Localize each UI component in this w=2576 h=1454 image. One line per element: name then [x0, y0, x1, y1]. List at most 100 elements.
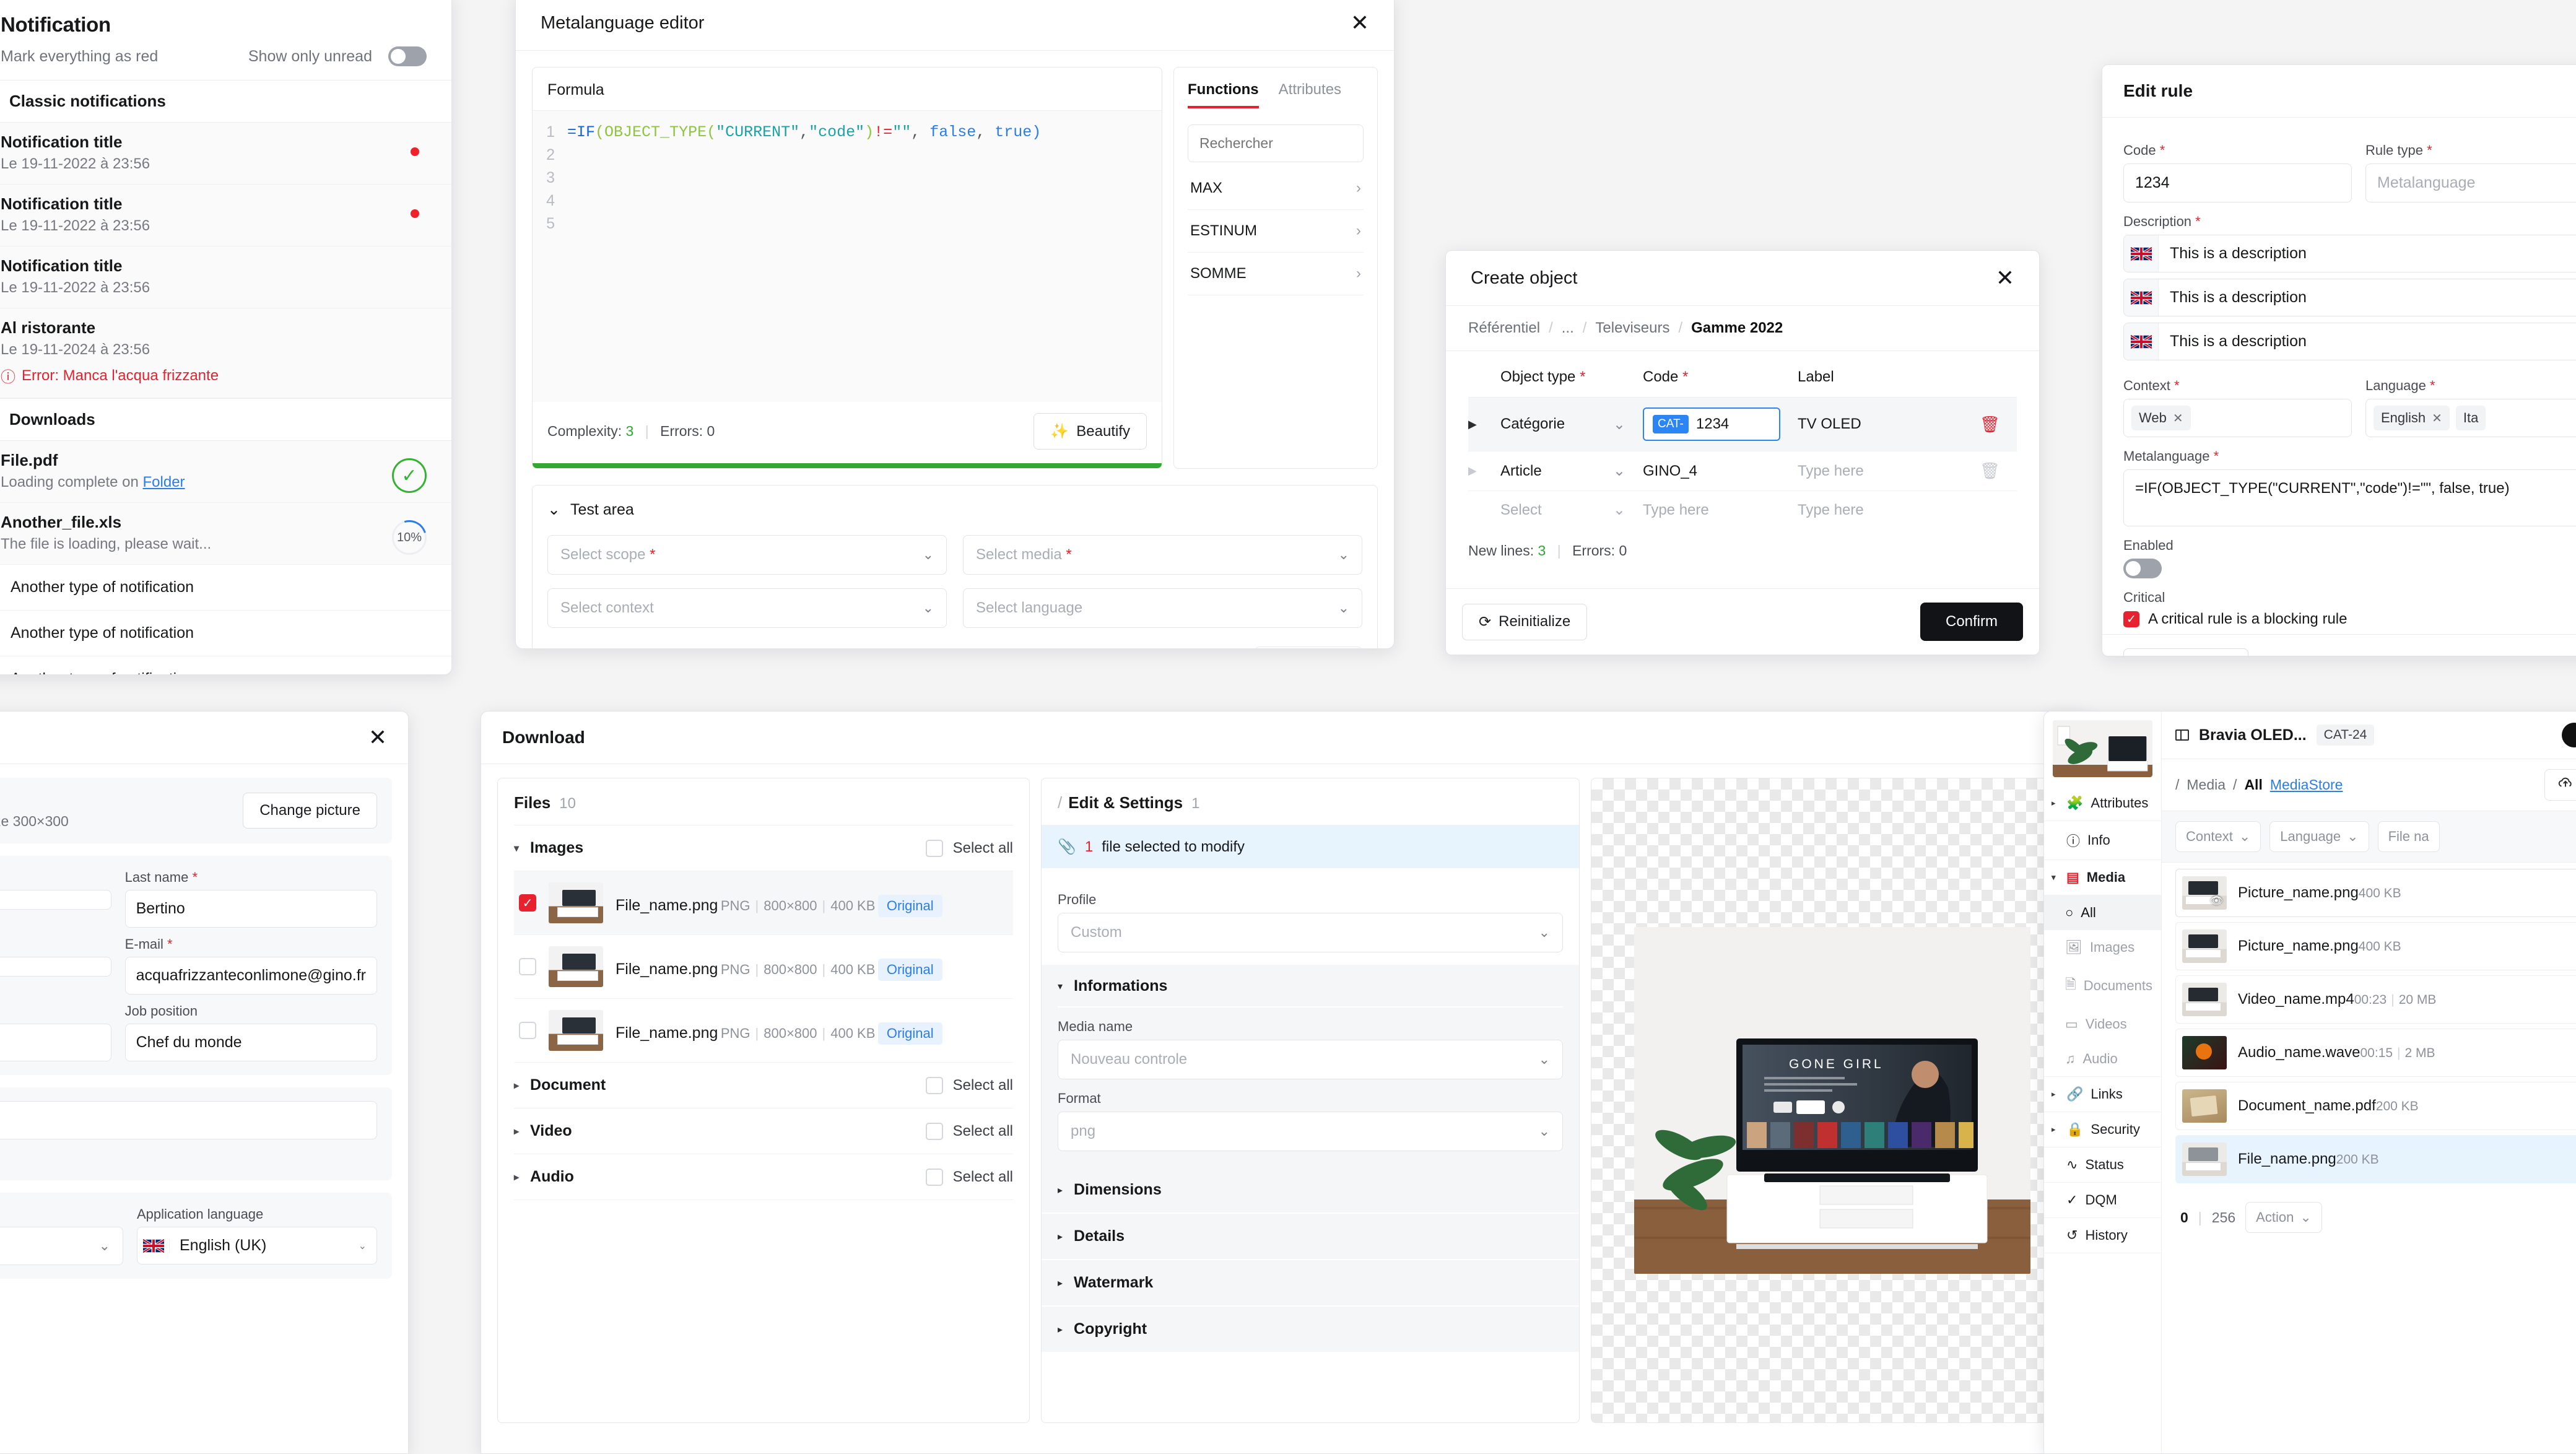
mediastore-link[interactable]: MediaStore	[2270, 777, 2343, 793]
reinitialize-button[interactable]: ⟳ Reinitialize	[2123, 648, 2249, 656]
download-item[interactable]: Another_file.xls The file is loading, pl…	[0, 503, 451, 565]
media-row[interactable]: Audio_name.wave00:15 | 2 MB	[2175, 1029, 2576, 1077]
code-input[interactable]: Type here	[1643, 502, 1798, 519]
checkbox-checked-icon[interactable]: ✓	[2123, 611, 2139, 627]
run-test-button[interactable]: ▶ Run test	[1255, 646, 1362, 648]
change-picture-button[interactable]: Change picture	[243, 793, 377, 829]
login-input[interactable]	[0, 957, 111, 977]
breadcrumb-item[interactable]: ...	[1562, 320, 1574, 337]
language-tag[interactable]: English ✕	[2374, 406, 2450, 430]
select-all-video[interactable]: Select all	[925, 1122, 1013, 1140]
sidebar-item-videos[interactable]: ▭ Videos	[2044, 1007, 2161, 1042]
context-tag[interactable]: Web ✕	[2131, 406, 2191, 430]
search-input[interactable]	[1188, 125, 1363, 162]
description-field[interactable]: This is a description	[2123, 323, 2576, 360]
description-field[interactable]: This is a description	[2123, 279, 2576, 316]
checkbox-icon[interactable]	[519, 1022, 536, 1039]
download-item[interactable]: File.pdf Loading complete on Folder ✓	[0, 441, 451, 503]
collapsed-notification-group[interactable]: › Another type of notification	[0, 565, 451, 611]
sidebar-item-documents[interactable]: 🗎 Documents	[2044, 965, 2161, 1007]
media-name-select[interactable]: Nouveau controle ⌄	[1058, 1040, 1563, 1079]
email-input[interactable]: acquafrizzanteconlimone@gino.fr	[124, 957, 377, 995]
details-section[interactable]: ▸ Details	[1042, 1214, 1579, 1260]
select-all-images[interactable]: Select all	[925, 839, 1013, 857]
collapsed-notification-group[interactable]: › Another type of notification	[0, 611, 451, 656]
object-type-select[interactable]: Select ⌄	[1500, 501, 1643, 519]
group-document[interactable]: ▸ Document Select all	[514, 1063, 1013, 1108]
function-item[interactable]: ESTINUM ›	[1188, 210, 1364, 253]
file-row[interactable]: File_name.png PNG | 800×800 | 400 KB Origina…	[514, 935, 1013, 999]
checkbox-icon[interactable]	[925, 1168, 943, 1186]
object-type-select[interactable]: Article ⌄	[1500, 462, 1643, 480]
critical-checkbox-row[interactable]: ✓ A critical rule is a blocking rule	[2123, 611, 2576, 628]
folder-link[interactable]: Folder	[143, 474, 185, 490]
notification-item[interactable]: Notification title Le 19-11-2022 à 23:56	[0, 123, 451, 185]
sidebar-item-security[interactable]: ▸ 🔒 Security	[2044, 1112, 2161, 1147]
select-scope[interactable]: Select scope * ⌄	[547, 535, 947, 575]
file-row[interactable]: File_name.png PNG | 800×800 | 400 KB Origina…	[514, 999, 1013, 1063]
table-row[interactable]: Select ⌄ Type here Type here	[1468, 491, 2017, 529]
tab-attributes[interactable]: Attributes	[1279, 81, 1341, 108]
context-field[interactable]: Web ✕	[2123, 399, 2352, 437]
panel-layout-icon[interactable]	[2175, 729, 2189, 741]
checkbox-icon[interactable]	[925, 1076, 943, 1094]
format-select[interactable]: png ⌄	[1058, 1112, 1563, 1151]
label-input[interactable]: Type here	[1798, 463, 1980, 480]
select-all-audio[interactable]: Select all	[925, 1168, 1013, 1186]
tab-functions[interactable]: Functions	[1188, 81, 1259, 108]
sidebar-item-all[interactable]: ○ All	[2044, 895, 2161, 930]
beautify-button[interactable]: ✨ Beautify	[1033, 413, 1147, 450]
notification-item[interactable]: Notification title Le 19-11-2022 à 23:56	[0, 246, 451, 308]
file-row[interactable]: ✓ File_name.png PNG | 800×800 | 400 KB Origi…	[514, 871, 1013, 935]
language-tag[interactable]: Ita	[2455, 406, 2486, 430]
test-area-header[interactable]: ⌄ Test area	[547, 500, 1362, 519]
media-row[interactable]: Document_name.pdf200 KB	[2175, 1082, 2576, 1130]
reinitialize-button[interactable]: ⟳ Reinitialize	[1462, 603, 1588, 640]
object-type-select[interactable]: Catégorie ⌄	[1500, 416, 1643, 433]
close-icon[interactable]: ✕	[1996, 267, 2014, 289]
other-language-select[interactable]: ⌄	[0, 1227, 123, 1265]
last-name-input[interactable]: Bertino	[124, 890, 377, 928]
collapsed-notification-group[interactable]: › Another type of notification	[0, 656, 451, 674]
sidebar-item-attributes[interactable]: ▸ 🧩 Attributes	[2044, 786, 2161, 821]
enabled-toggle[interactable]	[2123, 559, 2162, 578]
language-filter[interactable]: Language ⌄	[2269, 821, 2369, 852]
profile-select[interactable]: Custom ⌄	[1058, 913, 1563, 952]
delete-row-icon[interactable]: 🗑	[1980, 415, 2017, 434]
code-editor[interactable]: 1 =IF(OBJECT_TYPE("CURRENT","code")!="",…	[533, 111, 1162, 402]
sidebar-item-images[interactable]: 🖼 Images	[2044, 930, 2161, 965]
dimensions-section[interactable]: ▸ Dimensions	[1042, 1167, 1579, 1214]
sidebar-item-audio[interactable]: ♫ Audio	[2044, 1042, 2161, 1077]
first-name-input[interactable]	[0, 890, 111, 910]
sidebar-item-dqm[interactable]: ✓ DQM	[2044, 1183, 2161, 1218]
breadcrumb-item[interactable]: Televiseurs	[1595, 320, 1669, 337]
delete-row-icon[interactable]: 🗑	[1980, 461, 2017, 481]
language-field[interactable]: English ✕ Ita	[2365, 399, 2576, 437]
section-header-classic[interactable]: ⌄ Classic notifications	[0, 80, 451, 123]
select-media[interactable]: Select media * ⌄	[963, 535, 1362, 575]
remove-tag-icon[interactable]: ✕	[2173, 411, 2183, 426]
close-icon[interactable]: ✕	[1351, 12, 1369, 34]
breadcrumb-item[interactable]: Référentiel	[1468, 320, 1540, 337]
confirm-button[interactable]: Confirm	[1920, 603, 2023, 641]
code-input[interactable]: CAT- 1234	[1643, 407, 1780, 441]
informations-header[interactable]: ▾ Informations	[1058, 977, 1563, 1008]
notification-item[interactable]: Notification title Le 19-11-2022 à 23:56	[0, 185, 451, 246]
select-all-document[interactable]: Select all	[925, 1076, 1013, 1094]
checkbox-icon[interactable]	[925, 1122, 943, 1140]
sidebar-item-media[interactable]: ▾ ▤ Media	[2044, 860, 2161, 895]
expand-row-icon[interactable]: ▶	[1468, 418, 1500, 431]
context-filter[interactable]: Context ⌄	[2175, 821, 2261, 852]
media-row[interactable]: 👁 Picture_name.png400 KB	[2175, 869, 2576, 917]
media-row[interactable]: Picture_name.png400 KB	[2175, 922, 2576, 970]
action-dropdown[interactable]: Action ⌄	[2245, 1202, 2322, 1233]
avatar[interactable]	[2562, 723, 2576, 747]
rule-type-field[interactable]: Metalanguage	[2365, 163, 2576, 202]
upload-button[interactable]	[2544, 769, 2576, 801]
breadcrumb-item[interactable]: Media	[2187, 777, 2226, 793]
expand-row-icon[interactable]: ▶	[1468, 464, 1500, 477]
show-only-unread-toggle[interactable]	[388, 46, 427, 66]
close-icon[interactable]: ✕	[368, 726, 387, 749]
metalanguage-field[interactable]: =IF(OBJECT_TYPE("CURRENT","code")!="", f…	[2123, 469, 2576, 526]
select-context[interactable]: Select context ⌄	[547, 588, 947, 628]
